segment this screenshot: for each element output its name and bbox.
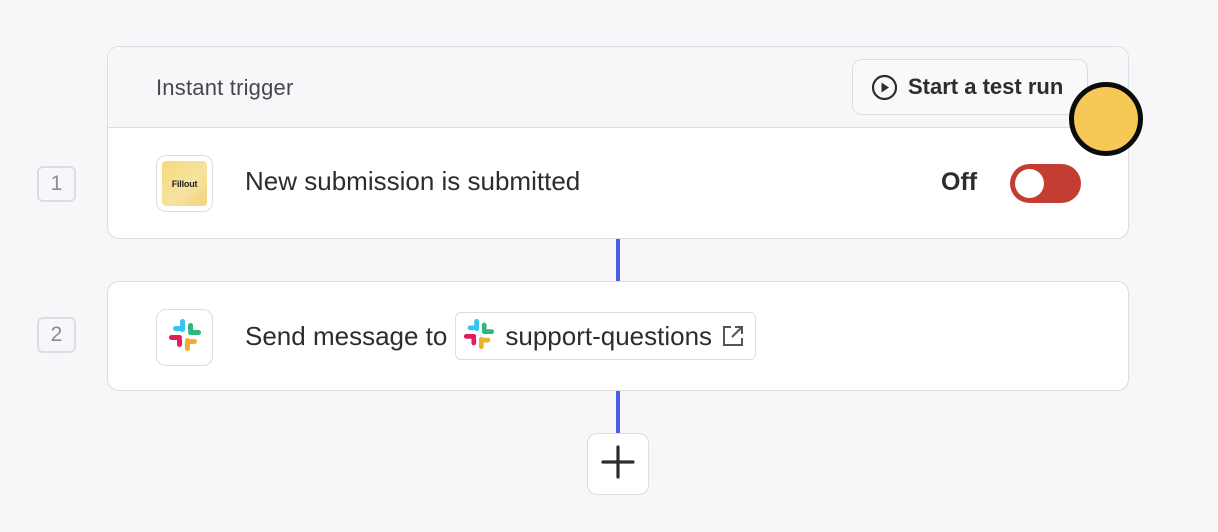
trigger-step-row[interactable]: Fillout New submission is submitted Off — [108, 128, 1128, 238]
trigger-title: Instant trigger — [156, 75, 294, 100]
action-card[interactable]: Send message to support-questions — [107, 281, 1129, 391]
toggle-status-label: Off — [941, 168, 978, 196]
add-step-button[interactable] — [587, 433, 649, 495]
channel-name: support-questions — [505, 320, 713, 351]
step-number-1: 1 — [37, 166, 76, 202]
connector-line-1 — [616, 239, 620, 281]
cursor-highlight — [1069, 82, 1143, 156]
action-description: Send message to support-questions — [245, 311, 757, 361]
external-link-icon[interactable] — [721, 324, 745, 348]
connector-line-2 — [616, 391, 620, 433]
toggle-knob — [1015, 169, 1044, 198]
trigger-card[interactable]: Instant trigger Start a test run Fillout… — [107, 46, 1129, 239]
slack-channel-icon — [462, 317, 496, 356]
slack-logo-icon — [167, 317, 203, 358]
slack-logo — [156, 309, 213, 366]
plus-icon — [601, 444, 635, 484]
channel-chip[interactable]: support-questions — [455, 312, 757, 360]
step-number-2: 2 — [37, 317, 76, 353]
start-test-run-button[interactable]: Start a test run — [852, 59, 1088, 115]
trigger-enable-toggle[interactable] — [1010, 164, 1081, 203]
fillout-logo: Fillout — [156, 155, 213, 212]
action-step-text: Send message to — [245, 320, 448, 351]
fillout-logo-mark: Fillout — [162, 161, 207, 206]
trigger-header: Instant trigger Start a test run — [108, 47, 1128, 128]
play-circle-icon — [871, 74, 898, 101]
action-step-row[interactable]: Send message to support-questions — [108, 282, 1128, 392]
start-test-run-label: Start a test run — [908, 74, 1064, 99]
trigger-step-text: New submission is submitted — [245, 166, 581, 196]
workflow-canvas: 1 2 Instant trigger Start a test run Fil… — [0, 0, 1218, 532]
